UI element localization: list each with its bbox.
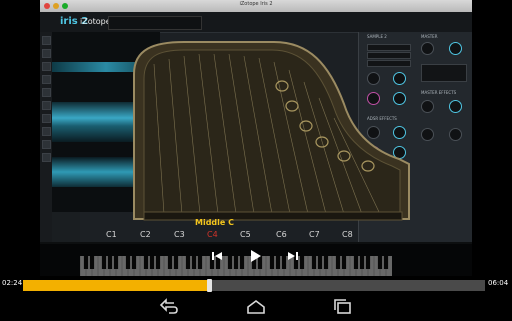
master-pan-knob[interactable] xyxy=(449,42,462,55)
tool-button[interactable] xyxy=(42,140,51,149)
octave-labels: C1 C2 C3 C4 C5 C6 C7 C8 xyxy=(100,230,400,244)
window-title: iZotope Iris 2 xyxy=(239,1,273,7)
master-display xyxy=(421,64,467,82)
back-icon xyxy=(159,298,178,314)
tool-button[interactable] xyxy=(42,75,51,84)
duration-time: 06:04 xyxy=(488,279,509,287)
seek-progress xyxy=(23,280,210,291)
tool-button[interactable] xyxy=(42,114,51,123)
left-black-margin xyxy=(0,0,40,276)
tool-button[interactable] xyxy=(42,127,51,136)
home-icon xyxy=(247,300,265,314)
note-label: C5 xyxy=(240,230,251,239)
skip-next-icon xyxy=(288,252,298,260)
media-controls xyxy=(40,244,472,276)
back-button[interactable] xyxy=(157,297,181,317)
note-label: C6 xyxy=(276,230,287,239)
master-fx-knob[interactable] xyxy=(449,128,462,141)
tool-button[interactable] xyxy=(42,62,51,71)
recent-apps-icon xyxy=(334,299,351,314)
skip-previous-button[interactable] xyxy=(206,244,228,268)
note-label-active: C4 xyxy=(207,230,218,239)
piano-soundboard xyxy=(143,49,401,215)
skip-next-button[interactable] xyxy=(282,244,304,268)
current-time: 02:24 xyxy=(2,279,23,287)
android-nav-bar xyxy=(0,294,512,320)
izotope-logo: iZotope xyxy=(80,17,111,26)
recent-apps-button[interactable] xyxy=(331,297,355,317)
note-label: C3 xyxy=(174,230,185,239)
master-fx-knob[interactable] xyxy=(449,100,462,113)
iris-app-window: iris 2 iZotope SAMPLE 2 MASTER ADSR EFFE… xyxy=(40,12,472,276)
note-label: C8 xyxy=(342,230,353,239)
tool-button[interactable] xyxy=(42,101,51,110)
grand-piano-image xyxy=(133,41,410,221)
play-button[interactable] xyxy=(244,244,266,268)
master-effects-label: MASTER EFFECTS xyxy=(421,90,457,95)
play-icon xyxy=(251,250,261,262)
note-label: C2 xyxy=(140,230,151,239)
note-label: C1 xyxy=(106,230,117,239)
note-label: C7 xyxy=(309,230,320,239)
app-header: iris 2 iZotope xyxy=(40,12,472,33)
home-button[interactable] xyxy=(244,297,268,317)
seek-thumb[interactable] xyxy=(207,279,213,292)
tool-button[interactable] xyxy=(42,153,51,162)
preset-selector[interactable] xyxy=(108,16,202,30)
piano-keybed xyxy=(143,211,403,221)
seek-bar[interactable] xyxy=(23,279,485,292)
tool-button[interactable] xyxy=(42,49,51,58)
skip-previous-icon xyxy=(212,252,222,260)
middle-c-label: Middle C xyxy=(195,218,234,227)
tool-button[interactable] xyxy=(42,88,51,97)
tool-button[interactable] xyxy=(42,36,51,45)
